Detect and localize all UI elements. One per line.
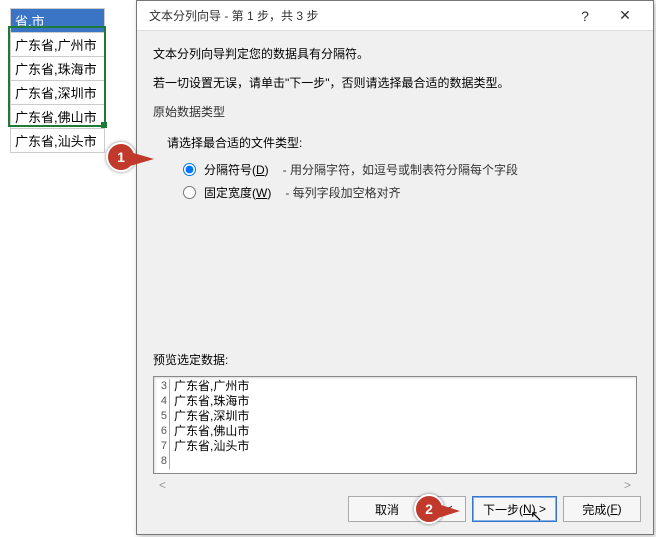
preview-label: 预览选定数据: [153,351,637,368]
annotation-marker-1: 1 [106,142,136,172]
sheet-cell[interactable]: 广东省,珠海市 [11,57,105,81]
radio-fixed-width-row[interactable]: 固定宽度(W) - 每列字段加空格对齐 [183,184,627,201]
preview-row: 4广东省,珠海市 [156,394,634,409]
finish-button[interactable]: 完成(F) [563,496,641,522]
close-button[interactable]: ✕ [605,2,645,30]
radio-delimited-desc: - 用分隔字符，如逗号或制表符分隔每个字段 [283,161,518,178]
scroll-right-icon[interactable]: > [624,478,631,492]
sheet-cell[interactable]: 广东省,汕头市 [11,129,105,153]
radio-fixed-width-label: 固定宽度(W) [204,184,271,201]
preview-scroll-hints: < > [153,474,637,496]
intro-text-2: 若一切设置无误，请单击"下一步"，否则请选择最合适的数据类型。 [153,74,637,93]
group-legend: 原始数据类型 [153,103,637,120]
sheet-header-cell[interactable]: 省,市 [11,9,105,33]
radio-delimited[interactable] [183,163,196,176]
text-to-columns-wizard-dialog: 文本分列向导 - 第 1 步，共 3 步 ? ✕ 文本分列向导判定您的数据具有分… [136,0,654,535]
sheet-cell[interactable]: 广东省,佛山市 [11,105,105,129]
file-type-prompt: 请选择最合适的文件类型: [167,134,627,151]
preview-box[interactable]: 3广东省,广州市 4广东省,珠海市 5广东省,深圳市 6广东省,佛山市 7广东省… [153,376,637,474]
dialog-titlebar[interactable]: 文本分列向导 - 第 1 步，共 3 步 ? ✕ [137,1,653,31]
preview-row: 5广东省,深圳市 [156,409,634,424]
radio-delimited-row[interactable]: 分隔符号(D) - 用分隔字符，如逗号或制表符分隔每个字段 [183,161,627,178]
radio-fixed-width[interactable] [183,186,196,199]
sheet-cell[interactable]: 广东省,深圳市 [11,81,105,105]
original-data-type-group: 原始数据类型 请选择最合适的文件类型: 分隔符号(D) - 用分隔字符，如逗号或… [153,103,637,221]
radio-fixed-width-desc: - 每列字段加空格对齐 [285,184,400,201]
dialog-title: 文本分列向导 - 第 1 步，共 3 步 [149,7,565,24]
preview-row: 3广东省,广州市 [156,379,634,394]
preview-row: 6广东省,佛山市 [156,424,634,439]
sheet-cell[interactable]: 广东省,广州市 [11,33,105,57]
preview-block: 预览选定数据: 3广东省,广州市 4广东省,珠海市 5广东省,深圳市 6广东省,… [153,351,637,496]
annotation-marker-2: 2 [414,494,444,524]
scroll-left-icon[interactable]: < [159,478,166,492]
spreadsheet-column: 省,市 广东省,广州市 广东省,珠海市 广东省,深圳市 广东省,佛山市 广东省,… [10,8,105,153]
dialog-body: 文本分列向导判定您的数据具有分隔符。 若一切设置无误，请单击"下一步"，否则请选… [137,31,653,506]
help-button[interactable]: ? [565,2,605,30]
dialog-button-row: 取消 < 下一步(N) > 完成(F) [348,496,641,522]
help-icon: ? [581,8,589,24]
close-icon: ✕ [619,7,631,24]
intro-text-1: 文本分列向导判定您的数据具有分隔符。 [153,45,637,64]
next-button[interactable]: 下一步(N) > [472,496,557,522]
preview-row: 7广东省,汕头市 [156,439,634,454]
preview-row: 8 [156,454,634,469]
radio-delimited-label: 分隔符号(D) [204,161,269,178]
